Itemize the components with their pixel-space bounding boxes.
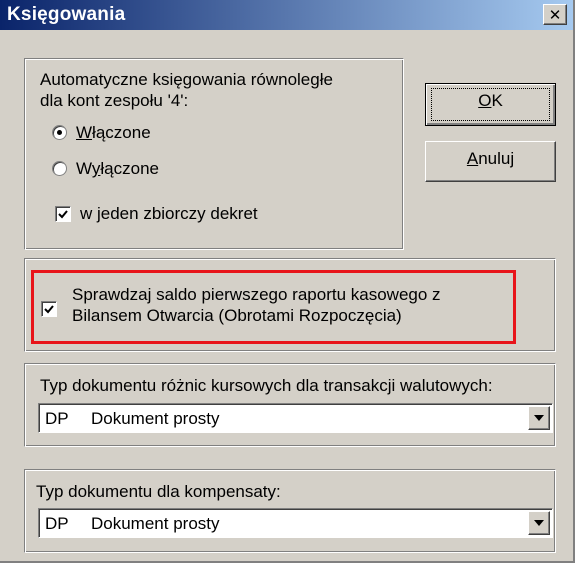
title-bar[interactable]: Księgowania ✕ (0, 0, 573, 30)
ok-accel: O (478, 91, 492, 110)
auto-posting-label-line1: Automatyczne księgowania równoległe (40, 70, 333, 89)
auto-posting-label-line2: dla kont zespołu '4': (40, 91, 189, 110)
check-icon (44, 305, 54, 314)
cancel-label: nuluj (478, 149, 515, 168)
radio-selected-dot (57, 130, 62, 135)
ok-label: K (491, 91, 503, 110)
chevron-down-icon (534, 415, 544, 421)
radio-disabled-text: łączone (100, 159, 160, 178)
close-icon: ✕ (548, 7, 562, 24)
radio-disabled-prefix: W (76, 159, 92, 178)
compensation-name: Dokument prosty (91, 514, 220, 533)
exchange-diff-select[interactable]: DP Dokument prosty (38, 403, 553, 433)
collective-decree-checkbox[interactable] (55, 206, 71, 222)
cancel-accel: A (466, 149, 479, 168)
exchange-diff-label: Typ dokumentu różnic kursowych dla trans… (40, 376, 493, 395)
compensation-label: Typ dokumentu dla kompensaty: (36, 482, 281, 501)
radio-disabled[interactable] (52, 161, 67, 176)
compensation-select[interactable]: DP Dokument prosty (38, 508, 553, 538)
cancel-button[interactable]: Anuluj (425, 141, 556, 182)
radio-disabled-label[interactable]: Wyłączone (76, 159, 159, 179)
ok-button[interactable]: OK (425, 83, 556, 126)
chevron-down-icon (534, 520, 544, 526)
radio-enabled[interactable] (52, 125, 67, 140)
radio-enabled-accel: W (76, 123, 93, 142)
balance-check-label-line2[interactable]: Bilansem Otwarcia (Obrotami Rozpoczęcia) (72, 306, 402, 326)
compensation-code: DP (45, 514, 69, 533)
exchange-diff-dropdown-button[interactable] (528, 406, 550, 430)
balance-check-checkbox[interactable] (41, 301, 57, 317)
radio-enabled-label[interactable]: Włączone (76, 123, 151, 143)
close-button[interactable]: ✕ (543, 4, 567, 25)
exchange-diff-name: Dokument prosty (91, 409, 220, 428)
exchange-diff-code: DP (45, 409, 69, 428)
dialog-window: Księgowania ✕ Automatyczne księgowania r… (0, 0, 575, 563)
dialog-title: Księgowania (7, 4, 126, 25)
collective-decree-label[interactable]: w jeden zbiorczy dekret (80, 204, 258, 224)
compensation-dropdown-button[interactable] (528, 511, 550, 535)
radio-enabled-text: łączone (92, 123, 151, 142)
check-icon (58, 210, 68, 219)
balance-check-label-line1[interactable]: Sprawdzaj saldo pierwszego raportu kasow… (72, 285, 441, 305)
